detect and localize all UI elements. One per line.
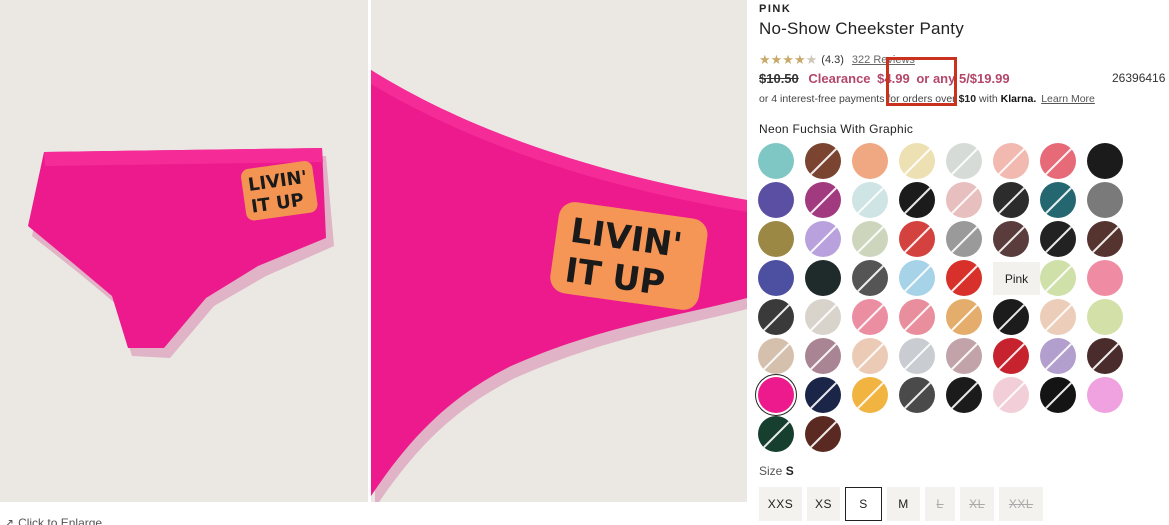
color-swatch[interactable] [758, 182, 794, 218]
color-swatch[interactable] [993, 377, 1029, 413]
color-swatch[interactable] [993, 182, 1029, 218]
color-swatch[interactable] [758, 416, 794, 452]
color-swatch[interactable] [946, 377, 982, 413]
color-swatch[interactable] [993, 299, 1029, 335]
color-swatch[interactable] [946, 338, 982, 374]
rating-value: (4.3) [821, 54, 844, 66]
color-swatch[interactable] [805, 338, 841, 374]
size-option-l[interactable]: L [925, 487, 955, 521]
color-swatch[interactable] [1087, 143, 1123, 179]
color-swatch[interactable] [1087, 182, 1123, 218]
klarna-row: or 4 interest-free payments for orders o… [759, 93, 1095, 105]
color-swatch[interactable] [899, 260, 935, 296]
color-swatch[interactable] [805, 377, 841, 413]
enlarge-label: Click to Enlarge [18, 516, 103, 525]
color-swatch[interactable] [899, 338, 935, 374]
color-swatch[interactable] [755, 374, 797, 416]
color-swatch[interactable] [946, 221, 982, 257]
color-swatch[interactable] [899, 377, 935, 413]
color-swatch[interactable] [758, 299, 794, 335]
color-swatch[interactable] [852, 143, 888, 179]
color-swatch[interactable] [805, 143, 841, 179]
size-option-xxl[interactable]: XXL [999, 487, 1043, 521]
color-swatch[interactable] [899, 299, 935, 335]
rating-stars-icon: ★★★★★ [759, 52, 818, 67]
size-option-s[interactable]: S [845, 487, 882, 521]
enlarge-link[interactable]: ↗ Click to Enlarge [4, 516, 102, 525]
size-label-row: Size S [759, 464, 794, 478]
klarna-amount: $10 [958, 93, 977, 105]
color-swatch[interactable] [946, 143, 982, 179]
color-swatch[interactable] [852, 182, 888, 218]
color-swatch[interactable] [1087, 221, 1123, 257]
color-swatch[interactable] [852, 299, 888, 335]
color-swatch[interactable] [852, 377, 888, 413]
product-title: No-Show Cheekster Panty [759, 19, 964, 38]
color-swatch[interactable] [805, 221, 841, 257]
color-swatch[interactable] [899, 143, 935, 179]
size-option-xxs[interactable]: XXS [759, 487, 802, 521]
color-swatch[interactable] [852, 338, 888, 374]
color-swatch[interactable] [946, 260, 982, 296]
learn-more-link[interactable]: Learn More [1041, 93, 1095, 105]
rating-row: ★★★★★ (4.3) 322 Reviews [759, 52, 915, 68]
color-swatch[interactable] [805, 260, 841, 296]
color-swatch[interactable] [1040, 143, 1076, 179]
color-swatch[interactable] [993, 338, 1029, 374]
panty-illustration-front: LIVIN' IT UP [28, 148, 334, 358]
color-swatch[interactable] [1040, 260, 1076, 296]
color-swatch[interactable] [1040, 182, 1076, 218]
panty-illustration-closeup: LIVIN' IT UP [371, 70, 747, 502]
color-swatch[interactable] [1040, 299, 1076, 335]
color-swatch[interactable] [1087, 377, 1123, 413]
size-option-m[interactable]: M [887, 487, 920, 521]
selected-size: S [785, 464, 794, 478]
reviews-link[interactable]: 322 Reviews [852, 54, 915, 66]
expand-arrow-icon: ↗ [4, 516, 15, 525]
color-swatch[interactable] [758, 143, 794, 179]
color-swatch[interactable] [758, 221, 794, 257]
color-swatch[interactable] [805, 416, 841, 452]
color-swatch[interactable] [946, 299, 982, 335]
color-swatch[interactable] [1040, 221, 1076, 257]
color-swatch[interactable] [1087, 260, 1123, 296]
size-label: Size [759, 464, 783, 478]
color-swatch[interactable] [1087, 299, 1123, 335]
color-swatch[interactable] [852, 260, 888, 296]
color-swatch[interactable] [852, 221, 888, 257]
color-swatch[interactable] [899, 182, 935, 218]
color-swatch[interactable] [1087, 338, 1123, 374]
price-row: $10.50 Clearance $4.99 or any 5/$19.99 2… [759, 71, 1169, 86]
original-price: $10.50 [759, 71, 799, 86]
color-swatch[interactable] [758, 260, 794, 296]
color-swatch[interactable] [993, 221, 1029, 257]
product-image-front[interactable]: LIVIN' IT UP [0, 0, 368, 502]
product-image-closeup[interactable]: LIVIN' IT UP [371, 0, 747, 502]
klarna-with: with [979, 93, 998, 105]
size-option-xs[interactable]: XS [807, 487, 840, 521]
multibuy-offer: or any 5/$19.99 [916, 71, 1010, 86]
klarna-logo: Klarna. [1000, 93, 1037, 105]
color-swatch[interactable] [758, 338, 794, 374]
color-swatch[interactable] [946, 182, 982, 218]
color-swatch[interactable] [1040, 377, 1076, 413]
color-swatch[interactable] [899, 221, 935, 257]
clearance-price: $4.99 [877, 71, 910, 86]
clearance-label: Clearance [808, 71, 871, 86]
color-swatch[interactable] [1040, 338, 1076, 374]
size-option-xl[interactable]: XL [960, 487, 994, 521]
color-swatch[interactable] [805, 299, 841, 335]
klarna-text: or 4 interest-free payments for orders o… [759, 93, 956, 105]
brand-name: PINK [759, 3, 792, 15]
product-sku: 26396416 [1112, 71, 1166, 85]
selected-color-label: Neon Fuchsia With Graphic [759, 122, 914, 136]
color-swatch[interactable] [805, 182, 841, 218]
size-options: XXS XS S M L XL XXL [759, 487, 1048, 521]
color-swatch[interactable] [993, 143, 1029, 179]
color-tooltip: Pink [993, 262, 1040, 295]
